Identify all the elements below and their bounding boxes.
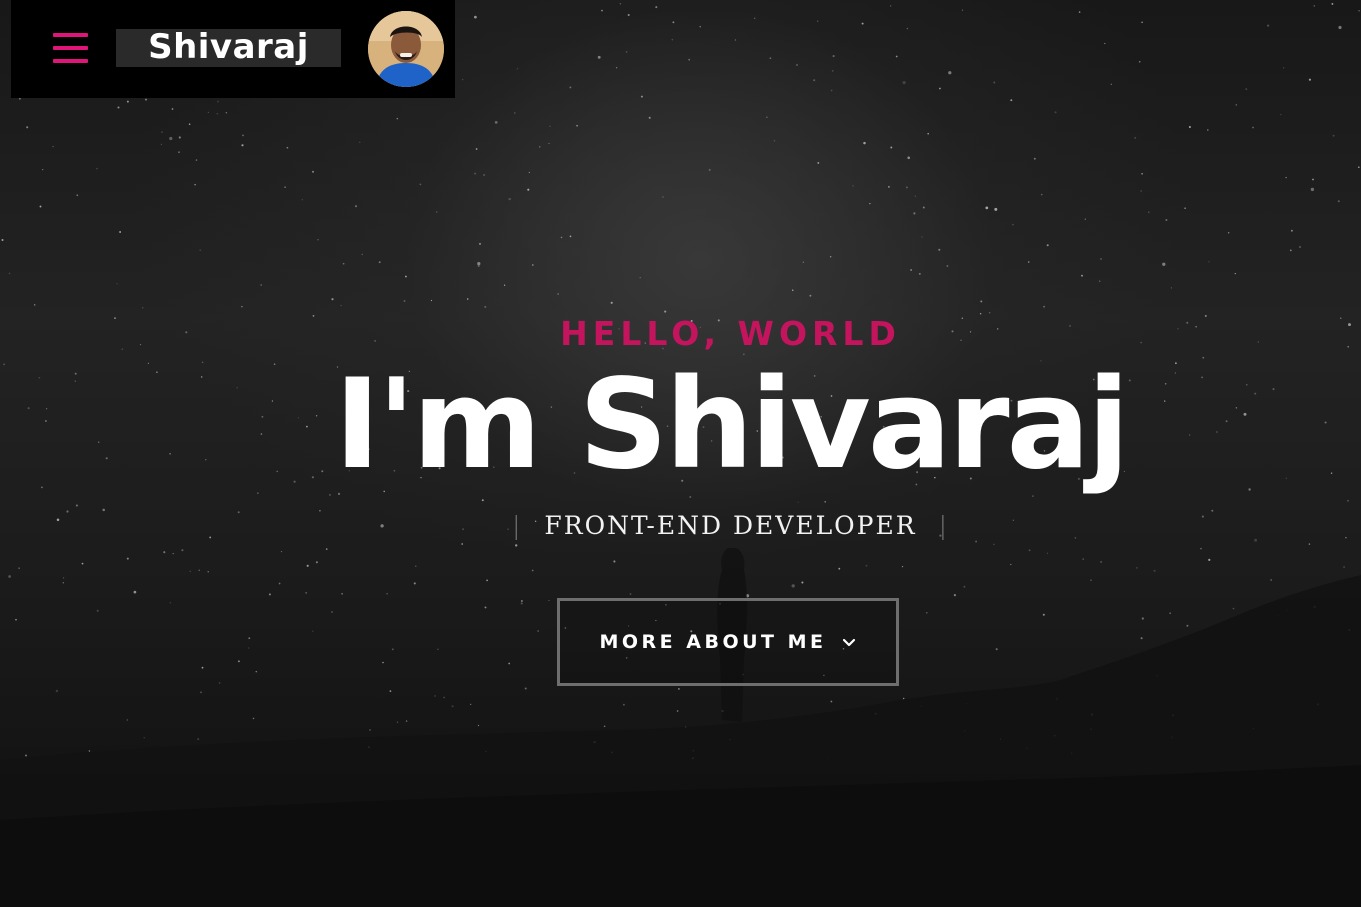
hamburger-menu-icon[interactable] xyxy=(51,31,89,65)
role-text: FRONT-END DEVELOPER xyxy=(544,511,917,540)
role-line: | FRONT-END DEVELOPER | xyxy=(0,506,1361,546)
more-about-me-button[interactable]: MORE ABOUT ME xyxy=(557,598,899,686)
profile-avatar xyxy=(368,11,444,87)
divider-right: | xyxy=(938,511,950,540)
hero-section: Shivaraj HELLO, WORLD I'm Shivaraj | FRON… xyxy=(0,0,1361,907)
hero-name-heading: I'm Shivaraj xyxy=(334,353,1129,497)
site-logo[interactable]: Shivaraj xyxy=(116,29,341,67)
cta-label: MORE ABOUT ME xyxy=(599,631,827,653)
top-bar: Shivaraj xyxy=(11,0,455,98)
chevron-down-icon xyxy=(841,602,857,684)
divider-left: | xyxy=(511,511,523,540)
